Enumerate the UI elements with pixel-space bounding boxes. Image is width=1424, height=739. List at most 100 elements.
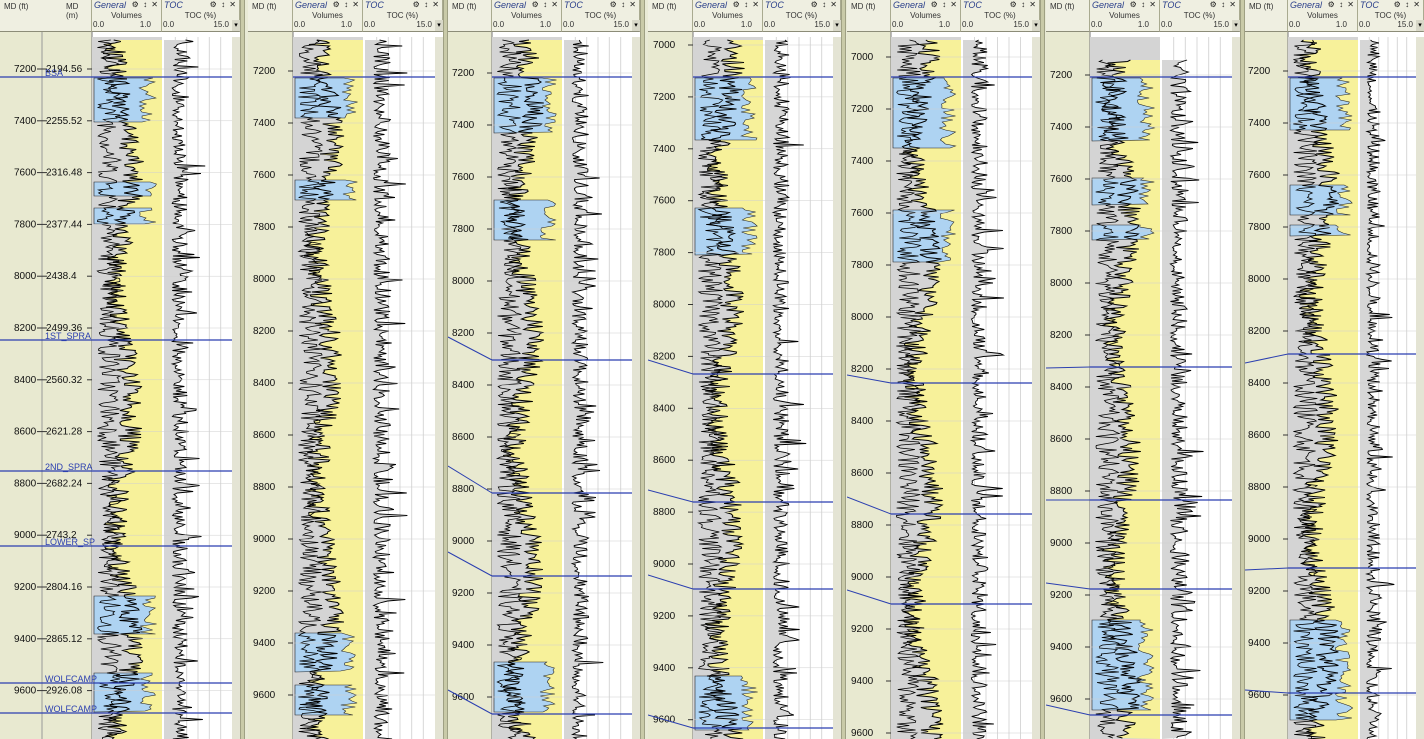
depth-tick-ft: 7800 xyxy=(851,260,874,271)
md-ft-label: MD (ft) xyxy=(652,2,677,11)
track-controls-icon[interactable]: ⚙ ↕ ✕ xyxy=(1394,0,1421,9)
scale-min: 0.0 xyxy=(892,20,904,29)
track-controls-icon[interactable]: ⚙ ↕ ✕ xyxy=(333,0,360,9)
track-scrollbar[interactable] xyxy=(232,37,240,739)
general-track-header[interactable]: General ⚙ ↕ ✕ Volumes 0.0 1.0 xyxy=(293,0,363,32)
track-scrollbar[interactable] xyxy=(632,37,640,739)
well-panel[interactable]: 7000 7200 7400 7600 7800 8000 8200 8400 8600 8800… xyxy=(648,0,841,739)
depth-tick-ft: 7400 xyxy=(452,120,475,131)
track-title: General xyxy=(893,0,926,10)
well-log-canvas[interactable]: 7000 7200 7400 7600 7800 8000 8200 8400 8600 8800… xyxy=(847,0,1040,739)
depth-tick-ft: 8800 xyxy=(14,478,37,489)
track-controls-icon[interactable]: ⚙ ↕ ✕ xyxy=(610,0,637,9)
well-log-canvas[interactable]: 7000 7200 7400 7600 7800 8000 8200 8400 8600 8800… xyxy=(648,0,841,739)
well-panel[interactable]: 7200 7400 7600 7800 8000 8200 8400 8600 8800 9000… xyxy=(248,0,443,739)
track-scrollbar[interactable] xyxy=(1032,37,1040,739)
track-controls-icon[interactable]: ⚙ ↕ ✕ xyxy=(413,0,440,9)
well-separator[interactable] xyxy=(1240,0,1245,739)
depth-tick-ft: 9600 xyxy=(14,686,37,697)
track-controls-icon[interactable]: ⚙ ↕ ✕ xyxy=(1010,0,1037,9)
header-dropdown-icon[interactable]: ▾ xyxy=(232,20,240,31)
general-track-header[interactable]: General ⚙ ↕ ✕ Volumes 0.0 1.0 xyxy=(693,0,763,32)
curve-name: Volumes xyxy=(1307,11,1338,20)
well-separator[interactable] xyxy=(640,0,645,739)
general-track-header[interactable]: General ⚙ ↕ ✕ Volumes 0.0 1.0 xyxy=(1288,0,1358,32)
well-panel[interactable]: 7200 7400 7600 7800 8000 8200 8400 8600 8800 9000… xyxy=(1046,0,1240,739)
scale-max: 1.0 xyxy=(340,20,352,29)
track-controls-icon[interactable]: ⚙ ↕ ✕ xyxy=(1130,0,1157,9)
general-track-header[interactable]: General ⚙ ↕ ✕ Volumes 0.0 1.0 xyxy=(92,0,162,32)
scale-min: 0.0 xyxy=(364,20,376,29)
formation-top-label: WOLFCAMP xyxy=(45,674,97,684)
formation-top-label: WOLFCAMP xyxy=(45,704,97,714)
depth-tick-ft: 7800 xyxy=(1050,226,1073,237)
toc-track-header[interactable]: TOC ⚙ ↕ ✕ TOC (%) 0.0 15.0 xyxy=(763,0,841,32)
well-log-canvas[interactable]: 7200 7400 7600 7800 8000 8200 8400 8600 8800 9000… xyxy=(1046,0,1240,739)
well-log-canvas[interactable]: 7200 7400 7600 7800 8000 8200 8400 8600 8800 9000… xyxy=(248,0,443,739)
toc-track-header[interactable]: TOC ⚙ ↕ ✕ TOC (%) 0.0 15.0 xyxy=(363,0,443,32)
general-track-header[interactable]: General ⚙ ↕ ✕ Volumes 0.0 1.0 xyxy=(1090,0,1160,32)
toc-track-header[interactable]: TOC ⚙ ↕ ✕ TOC (%) 0.0 15.0 xyxy=(961,0,1040,32)
track-scrollbar[interactable] xyxy=(833,37,841,739)
track-controls-icon[interactable]: ⚙ ↕ ✕ xyxy=(1210,0,1237,9)
track-scrollbar[interactable] xyxy=(1416,37,1424,739)
depth-tick-ft: 7400 xyxy=(1050,122,1073,133)
depth-tick-ft: 9600 xyxy=(851,728,874,739)
track-controls-icon[interactable]: ⚙ ↕ ✕ xyxy=(811,0,838,9)
depth-tick-ft: 7400 xyxy=(653,144,676,155)
well-panel[interactable]: 7000 7200 7400 7600 7800 8000 8200 8400 8600 8800… xyxy=(847,0,1040,739)
depth-tick-ft: 7400 xyxy=(1248,118,1271,129)
scale-min: 0.0 xyxy=(493,20,505,29)
depth-tick-ft: 7400 xyxy=(14,116,37,127)
header-dropdown-icon[interactable]: ▾ xyxy=(632,20,640,31)
well-separator[interactable] xyxy=(443,0,448,739)
general-track-header[interactable]: General ⚙ ↕ ✕ Volumes 0.0 1.0 xyxy=(492,0,562,32)
depth-tick-ft: 7200 xyxy=(851,104,874,115)
well-log-canvas[interactable]: 7200 7400 7600 7800 8000 8200 8400 8600 8800 9000… xyxy=(0,0,240,739)
toc-track-header[interactable]: TOC ⚙ ↕ ✕ TOC (%) 0.0 15.0 xyxy=(1358,0,1424,32)
track-controls-icon[interactable]: ⚙ ↕ ✕ xyxy=(532,0,559,9)
track-controls-icon[interactable]: ⚙ ↕ ✕ xyxy=(132,0,159,9)
depth-tick-ft: 9200 xyxy=(653,611,676,622)
header-dropdown-icon[interactable]: ▾ xyxy=(435,20,443,31)
header-dropdown-icon[interactable]: ▾ xyxy=(1416,20,1424,31)
track-title: TOC xyxy=(963,0,982,10)
depth-tick-ft: 9200 xyxy=(851,624,874,635)
scale-min: 0.0 xyxy=(1359,20,1371,29)
track-controls-icon[interactable]: ⚙ ↕ ✕ xyxy=(210,0,237,9)
well-log-canvas[interactable]: 7200 7400 7600 7800 8000 8200 8400 8600 8800 9000… xyxy=(448,0,640,739)
depth-tick-ft: 7400 xyxy=(253,118,276,129)
well-panel[interactable]: 7200 7400 7600 7800 8000 8200 8400 8600 8800 9000… xyxy=(448,0,640,739)
scale-max: 1.0 xyxy=(938,20,950,29)
well-log-canvas[interactable]: 7200 7400 7600 7800 8000 8200 8400 8600 8800 9000… xyxy=(1245,0,1424,739)
header-dropdown-icon[interactable]: ▾ xyxy=(1032,20,1040,31)
depth-tick-ft: 8400 xyxy=(253,378,276,389)
depth-tick-ft: 8200 xyxy=(1248,326,1271,337)
well-panel[interactable]: 7200 7400 7600 7800 8000 8200 8400 8600 8800 9000… xyxy=(1245,0,1424,739)
depth-tick-ft: 7400 xyxy=(851,156,874,167)
toc-track-header[interactable]: TOC ⚙ ↕ ✕ TOC (%) 0.0 15.0 xyxy=(162,0,240,32)
general-track-header[interactable]: General ⚙ ↕ ✕ Volumes 0.0 1.0 xyxy=(891,0,961,32)
track-controls-icon[interactable]: ⚙ ↕ ✕ xyxy=(931,0,958,9)
well-separator[interactable] xyxy=(841,0,846,739)
md-m-label: MD (m) xyxy=(66,2,79,20)
depth-tick-ft: 7600 xyxy=(452,172,475,183)
header-dropdown-icon[interactable]: ▾ xyxy=(1232,20,1240,31)
track-scrollbar[interactable] xyxy=(1232,37,1240,739)
toc-track-header[interactable]: TOC ⚙ ↕ ✕ TOC (%) 0.0 15.0 xyxy=(562,0,640,32)
well-separator[interactable] xyxy=(1040,0,1045,739)
header-dropdown-icon[interactable]: ▾ xyxy=(833,20,841,31)
well-panel[interactable]: 7200 7400 7600 7800 8000 8200 8400 8600 8800 9000… xyxy=(0,0,240,739)
porous-fill xyxy=(93,595,157,635)
well-separator[interactable] xyxy=(240,0,245,739)
scale-max: 1.0 xyxy=(740,20,752,29)
depth-tick-ft: 8200 xyxy=(452,328,475,339)
track-scrollbar[interactable] xyxy=(435,37,443,739)
curve-name: TOC (%) xyxy=(386,11,419,20)
scale-min: 0.0 xyxy=(764,20,776,29)
track-controls-icon[interactable]: ⚙ ↕ ✕ xyxy=(1328,0,1355,9)
curve-name: Volumes xyxy=(111,11,142,20)
track-title: General xyxy=(1290,0,1323,10)
track-controls-icon[interactable]: ⚙ ↕ ✕ xyxy=(733,0,760,9)
toc-track-header[interactable]: TOC ⚙ ↕ ✕ TOC (%) 0.0 15.0 xyxy=(1160,0,1240,32)
